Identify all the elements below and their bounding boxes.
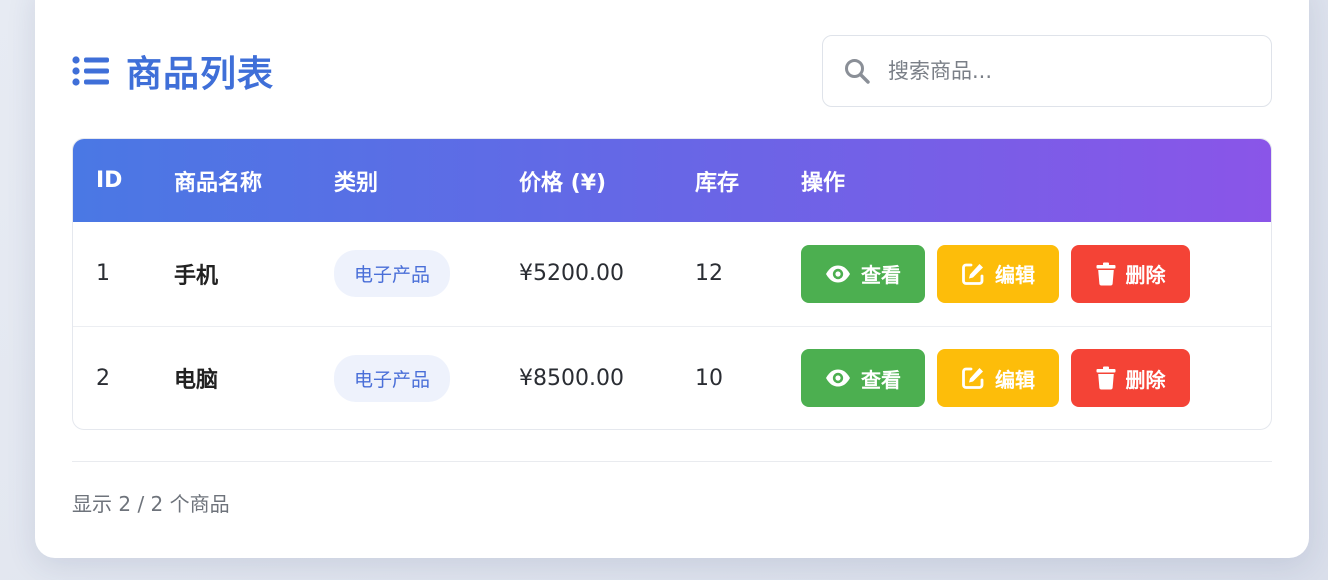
page-title: 商品列表 [126,54,275,95]
category-badge: 电子产品 [334,250,451,298]
delete-button[interactable]: 删除 [1071,244,1190,303]
category-badge: 电子产品 [334,354,451,402]
product-table: ID 商品名称 类别 价格 (¥) 库存 操作 1 手机 电子产品 ¥5200.… [72,138,1272,430]
row-actions: 查看 编辑 删除 [801,244,1271,303]
search-icon [844,58,870,84]
view-button[interactable]: 查看 [801,349,925,408]
row-actions: 查看 编辑 删除 [801,349,1271,408]
column-header-category[interactable]: 类别 [334,139,519,222]
cell-stock: 12 [695,261,723,287]
cell-price: ¥8500.00 [519,365,624,391]
column-header-id[interactable]: ID [73,139,174,222]
cell-price: ¥5200.00 [519,261,624,287]
search-box[interactable] [822,35,1272,107]
eye-icon [825,265,851,283]
table-header-row: ID 商品名称 类别 价格 (¥) 库存 操作 [73,139,1271,222]
header: 商品列表 [72,35,1272,107]
edit-button[interactable]: 编辑 [937,349,1059,408]
title-group: 商品列表 [72,35,274,107]
edit-icon [961,262,985,286]
delete-button[interactable]: 删除 [1071,349,1190,408]
view-button[interactable]: 查看 [801,244,925,303]
eye-icon [825,369,851,387]
item-count-summary: 显示 2 / 2 个商品 [72,492,230,516]
column-header-name[interactable]: 商品名称 [174,139,334,222]
cell-name: 电脑 [174,368,219,394]
cell-id: 2 [96,365,110,391]
edit-button[interactable]: 编辑 [937,244,1059,303]
footer-divider [72,461,1272,462]
column-header-stock[interactable]: 库存 [695,139,801,222]
trash-icon [1096,366,1116,390]
search-input[interactable] [888,59,1228,83]
table-row: 2 电脑 电子产品 ¥8500.00 10 查看 编辑 删除 [73,326,1271,429]
trash-icon [1096,262,1116,286]
edit-icon [961,366,985,390]
column-header-price[interactable]: 价格 (¥) [519,139,695,222]
product-list-card: 商品列表 ID 商品名称 类别 价格 (¥) 库存 操作 [35,0,1309,558]
table-row: 1 手机 电子产品 ¥5200.00 12 查看 编辑 删除 [73,222,1271,326]
cell-name: 手机 [174,263,219,289]
cell-id: 1 [96,261,110,287]
cell-stock: 10 [695,365,723,391]
list-icon [72,54,110,88]
column-header-actions: 操作 [801,170,846,196]
